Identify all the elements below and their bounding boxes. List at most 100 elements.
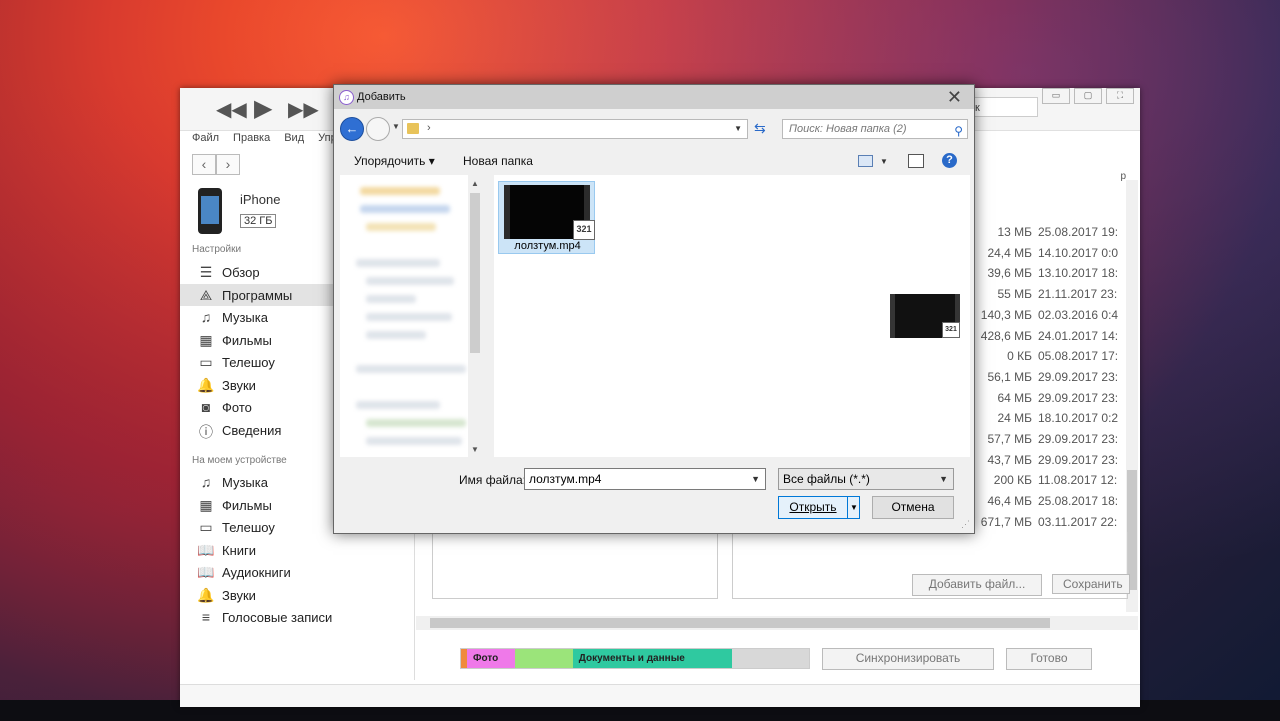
sidebar-item-device-books[interactable]: 📖 Книги	[180, 539, 414, 561]
file-row[interactable]: 64 МБ 29.09.2017 23:	[970, 391, 1126, 411]
address-bar[interactable]: › ▼	[402, 119, 748, 139]
search-icon[interactable]: ⚲	[954, 122, 963, 140]
summary-icon: ☰	[199, 264, 213, 280]
chevron-down-icon[interactable]: ▼	[751, 469, 760, 489]
close-icon[interactable]: ✕	[947, 87, 962, 108]
navigation-scrollbar[interactable]: ▲ ▼	[468, 175, 482, 457]
menu-edit[interactable]: Правка	[233, 132, 270, 148]
file-date: 18.10.2017 0:2	[1038, 411, 1119, 426]
info-icon: ⓘ	[199, 424, 213, 440]
nav-item[interactable]	[356, 401, 440, 409]
sidebar-item-device-audiobooks[interactable]: 📖 Аудиокниги	[180, 561, 414, 583]
file-type-select[interactable]: Все файлы (*.*) ▼	[778, 468, 954, 490]
chevron-down-icon[interactable]: ▼	[939, 469, 948, 489]
minimize-button[interactable]: ▭	[1042, 88, 1070, 104]
add-file-button[interactable]: Добавить файл...	[912, 574, 1042, 596]
nav-item[interactable]	[356, 259, 440, 267]
film-icon: ▦	[199, 332, 213, 348]
nav-item[interactable]	[366, 419, 466, 427]
scroll-down-icon[interactable]: ▼	[471, 445, 479, 454]
media-player-badge-icon: 321	[942, 322, 960, 338]
scrollbar-thumb[interactable]	[430, 618, 1050, 628]
file-item-label: лолзтум.mp4	[514, 240, 581, 252]
menu-file[interactable]: Файл	[192, 132, 219, 148]
nav-item[interactable]	[366, 223, 436, 231]
file-row[interactable]: 39,6 МБ 13.10.2017 18:	[970, 266, 1126, 286]
horizontal-scrollbar[interactable]	[416, 616, 1138, 630]
bell-icon: 🔔	[197, 377, 215, 393]
back-button[interactable]: ‹	[192, 154, 216, 175]
scrollbar-thumb[interactable]	[470, 193, 480, 353]
address-dropdown-icon[interactable]: ▼	[734, 124, 742, 133]
back-arrow-icon[interactable]: ←	[340, 117, 364, 141]
help-icon[interactable]: ?	[942, 153, 957, 168]
nav-item[interactable]	[360, 205, 450, 213]
file-row[interactable]: 24,4 МБ 14.10.2017 0:0	[970, 246, 1126, 266]
cancel-button[interactable]: Отмена	[872, 496, 954, 519]
nav-item[interactable]	[366, 295, 416, 303]
book-icon: 📖	[197, 542, 215, 558]
new-folder-button[interactable]: Новая папка	[463, 154, 533, 168]
voice-memo-icon: ≡	[201, 609, 211, 625]
done-button[interactable]: Готово	[1006, 648, 1092, 670]
organize-menu[interactable]: Упорядочить ▾	[354, 154, 435, 168]
file-date: 21.11.2017 23:	[1038, 287, 1118, 302]
maximize-button[interactable]: ▢	[1074, 88, 1102, 104]
menu-view[interactable]: Вид	[284, 132, 304, 148]
sync-button[interactable]: Синхронизировать	[822, 648, 994, 670]
file-size: 200 КБ	[993, 473, 1032, 488]
scroll-up-icon[interactable]: ▲	[471, 179, 479, 188]
resize-grip-icon[interactable]: ⋰	[961, 519, 970, 530]
sidebar-item-label: Аудиокниги	[222, 565, 291, 580]
play-icon[interactable]: ▶	[254, 94, 272, 123]
sidebar-item-label: Звуки	[222, 378, 256, 393]
file-row[interactable]: 57,7 МБ 29.09.2017 23:	[970, 432, 1126, 452]
forward-button[interactable]: ›	[216, 154, 240, 175]
music-icon: ♫	[200, 474, 212, 490]
view-mode-dropdown[interactable]: ▼	[880, 157, 888, 166]
file-row[interactable]: 56,1 МБ 29.09.2017 23:	[970, 370, 1126, 390]
refresh-icon[interactable]: ⇆	[754, 120, 766, 137]
settings-header: Настройки	[192, 244, 242, 255]
sidebar-item-device-tones[interactable]: 🔔 Звуки	[180, 584, 414, 606]
file-size: 0 КБ	[1007, 349, 1032, 364]
preview-pane-icon[interactable]	[908, 154, 924, 168]
itunes-search-input[interactable]: к	[970, 97, 1038, 117]
rewind-icon[interactable]: ◀◀	[216, 97, 247, 122]
sidebar-item-device-voice-memos[interactable]: ≡ Голосовые записи	[180, 606, 414, 628]
file-row[interactable]: 24 МБ 18.10.2017 0:2	[970, 411, 1126, 431]
fullscreen-button[interactable]: ⛶	[1106, 88, 1134, 104]
capacity-segment: Документы и данные	[572, 649, 732, 668]
file-row[interactable]: 43,7 МБ 29.09.2017 23:	[970, 453, 1126, 473]
forward-arrow-icon[interactable]	[366, 117, 390, 141]
file-name-value: лолзтум.mp4	[529, 472, 602, 486]
file-name-input[interactable]: лолзтум.mp4 ▼	[524, 468, 766, 490]
file-item-selected[interactable]: 321 лолзтум.mp4	[498, 181, 595, 254]
dialog-titlebar[interactable]: ♫ Добавить ✕	[334, 85, 974, 109]
file-row[interactable]: 140,3 МБ 02.03.2016 0:4	[970, 308, 1126, 328]
device-name: iPhone	[240, 192, 281, 207]
file-row[interactable]: 200 КБ 11.08.2017 12:	[970, 473, 1126, 493]
file-row[interactable]: 0 КБ 05.08.2017 17:	[970, 349, 1126, 369]
fast-forward-icon[interactable]: ▶▶	[288, 97, 319, 122]
recent-locations-dropdown[interactable]: ▼	[392, 122, 400, 131]
file-date: 24.01.2017 14:	[1038, 328, 1119, 343]
scrollbar-thumb[interactable]	[1127, 470, 1137, 590]
search-input[interactable]: Поиск: Новая папка (2) ⚲	[782, 119, 968, 139]
view-mode-icon[interactable]	[858, 155, 873, 167]
open-options-dropdown[interactable]: ▼	[847, 497, 860, 518]
file-row[interactable]: 13 МБ 25.08.2017 19:	[970, 225, 1126, 245]
nav-item[interactable]	[366, 437, 462, 445]
file-row[interactable]: 55 МБ 21.11.2017 23:	[970, 287, 1126, 307]
file-row[interactable]: 46,4 МБ 25.08.2017 18:	[970, 494, 1126, 514]
nav-item[interactable]	[360, 187, 440, 195]
nav-item[interactable]	[366, 313, 452, 321]
music-icon: ♫	[200, 309, 212, 325]
save-button[interactable]: Сохранить	[1052, 574, 1130, 594]
open-button[interactable]: Открыть ▼	[778, 496, 860, 519]
nav-item[interactable]	[366, 277, 454, 285]
file-row[interactable]: 428,6 МБ 24.01.2017 14:	[970, 329, 1126, 349]
nav-item[interactable]	[366, 331, 426, 339]
nav-item[interactable]	[356, 365, 466, 373]
breadcrumb-separator[interactable]: ›	[427, 122, 431, 134]
